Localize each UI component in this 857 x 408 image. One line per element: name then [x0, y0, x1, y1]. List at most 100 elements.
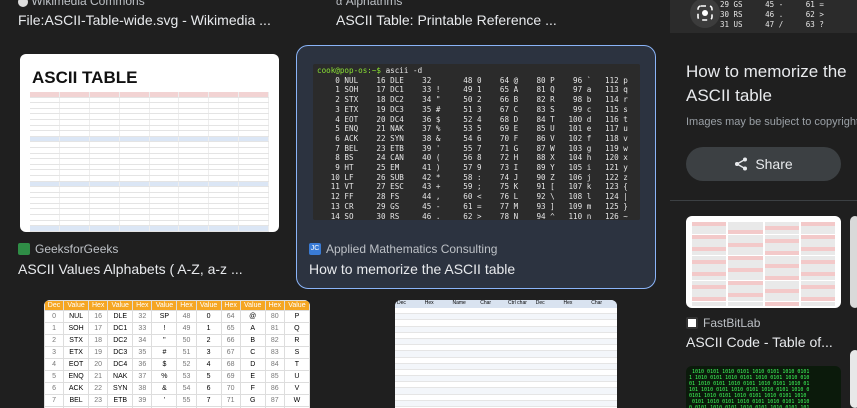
- table-cell: 19: [88, 346, 109, 359]
- thumbnail-cell: [209, 97, 240, 103]
- table-cell: 23: [88, 394, 109, 407]
- table-cell: ACK: [63, 382, 90, 395]
- preview-title[interactable]: How to memorize the ASCII table: [686, 60, 857, 108]
- wikimedia-favicon: [18, 0, 28, 7]
- table-cell: 34: [132, 334, 153, 347]
- table-cell: 1: [44, 322, 65, 335]
- thumbnail-cell: [60, 215, 90, 220]
- table-row: 0 NUL 16 DLE 32 SP 48 0 64 @80 P: [44, 310, 310, 323]
- thumbnail-cell: [90, 187, 120, 192]
- thumbnail-cell: [30, 159, 60, 164]
- thumbnail-cell: [764, 301, 799, 306]
- table-cell: 66: [220, 334, 241, 347]
- share-label: Share: [755, 156, 793, 172]
- table-cell: @: [239, 310, 266, 323]
- thumbnail-cell: [90, 164, 120, 170]
- table-cell: 38: [132, 382, 153, 395]
- thumbnail-cell: [30, 142, 60, 147]
- result-title[interactable]: How to memorize the ASCII table: [309, 261, 639, 277]
- related-thumbnail[interactable]: [686, 216, 841, 308]
- thumbnail-cell: [209, 175, 240, 181]
- thumbnail-cell: [150, 220, 180, 226]
- thumbnail-cell: [239, 114, 269, 119]
- thumbnail-heading: ASCII TABLE: [32, 68, 138, 87]
- thumbnail-cell: [239, 142, 269, 147]
- thumbnail-cell: [209, 220, 240, 226]
- thumbnail-cell: [150, 209, 180, 215]
- table-row: 1 SOH 17 DC1 33! 49 1 65 A 81 Q: [44, 322, 310, 335]
- thumbnail-cell: [239, 119, 269, 125]
- result-title[interactable]: ASCII Values Alphabets ( A-Z, a-z ...: [18, 261, 278, 277]
- thumbnail-cell: [30, 175, 60, 181]
- thumbnail-cell: [60, 136, 90, 142]
- thumbnail-cell: [179, 103, 210, 108]
- thumbnail-cell: [150, 119, 180, 125]
- result-thumbnail-ascii-ctrl-table[interactable]: Dec Hex Name Char Ctrl char Dec Hex Char: [395, 300, 617, 408]
- thumbnail-cell: [209, 108, 240, 114]
- thumbnail-cell: [209, 215, 240, 220]
- table-cell: 0: [44, 310, 65, 323]
- related-thumbnail-matrix[interactable]: 1010 0101 1010 0101 1010 0101 1010 0101 …: [686, 366, 841, 408]
- table-header-cell: Hex: [563, 300, 573, 306]
- thumbnail-cell: [90, 198, 120, 203]
- table-cell: 81: [264, 322, 285, 335]
- image-preview-panel: 29 GS 45 - 61 = 30 RS 46 . 62 > 31 US 47…: [670, 0, 857, 408]
- thumbnail-cell: [239, 187, 269, 192]
- table-cell: 71: [220, 394, 241, 407]
- thumbnail-cell: [30, 220, 60, 226]
- result-thumbnail-ascii-hex-table[interactable]: Dec Value Hex Value Hex Value Hex Value Hex Value…: [44, 300, 310, 408]
- table-cell: 84: [264, 358, 285, 371]
- thumbnail-cell: [209, 92, 240, 97]
- table-cell: NAK: [107, 370, 134, 383]
- thumbnail-cell: [120, 103, 150, 108]
- thumbnail-cell: [150, 215, 180, 220]
- applied-math-favicon: JC: [309, 243, 321, 255]
- thumbnail-cell: [60, 108, 90, 114]
- thumbnail-cell: [209, 119, 240, 125]
- ascii-table-thumbnail[interactable]: ASCII TABLE: [20, 54, 279, 232]
- thumbnail-cell: [90, 92, 120, 97]
- thumbnail-cell: [60, 92, 90, 97]
- table-cell: $: [151, 358, 178, 371]
- thumbnail-cell: [120, 164, 150, 170]
- thumbnail-cell: [120, 114, 150, 119]
- table-cell: ": [151, 334, 178, 347]
- thumbnail-cell: [30, 114, 60, 119]
- related-thumbnail-partial[interactable]: [850, 216, 857, 308]
- thumbnail-cell: [90, 103, 120, 108]
- table-cell: 86: [264, 382, 285, 395]
- table-cell: SOH: [63, 322, 90, 335]
- thumbnail-cell: [209, 181, 240, 187]
- table-header-cell: Char: [480, 300, 492, 306]
- thumbnail-cell: [239, 209, 269, 215]
- thumbnail-cell: [60, 203, 90, 209]
- thumbnail-cell: [60, 131, 90, 136]
- table-cell: 2: [195, 334, 222, 347]
- copyright-note: Images may be subject to copyright.: [686, 116, 857, 128]
- table-cell: B: [239, 334, 266, 347]
- table-cell: 1: [195, 322, 222, 335]
- thumbnail-cell: [60, 147, 90, 153]
- thumbnail-cell: [179, 153, 210, 159]
- table-cell: 51: [176, 346, 197, 359]
- table-cell: 18: [88, 334, 109, 347]
- terminal-thumbnail[interactable]: cook@pop-os:~$ ascii -d 0 NUL 16 DLE 32 …: [313, 64, 640, 220]
- result-title[interactable]: ASCII Code - Table of...: [686, 334, 846, 350]
- table-cell: ETB: [107, 394, 134, 407]
- table-cell: 4: [44, 358, 65, 371]
- thumbnail-cell: [179, 175, 210, 181]
- table-header-cell: Dec: [535, 300, 545, 306]
- table-cell: 48: [176, 310, 197, 323]
- table-cell: 80: [264, 310, 285, 323]
- thumbnail-cell: [179, 220, 210, 226]
- result-title[interactable]: File:ASCII-Table-wide.svg - Wikimedia ..…: [18, 12, 271, 28]
- alpha-favicon: α: [336, 0, 343, 8]
- table-header-cell: Hex: [220, 300, 241, 311]
- thumbnail-cell: [30, 226, 60, 231]
- thumbnail-cell: [90, 153, 120, 159]
- result-title[interactable]: ASCII Table: Printable Reference ...: [336, 12, 557, 28]
- share-button[interactable]: Share: [686, 147, 841, 181]
- thumbnail-cell: [239, 215, 269, 220]
- table-cell: 7: [195, 394, 222, 407]
- related-thumbnail-partial-2[interactable]: [850, 350, 857, 408]
